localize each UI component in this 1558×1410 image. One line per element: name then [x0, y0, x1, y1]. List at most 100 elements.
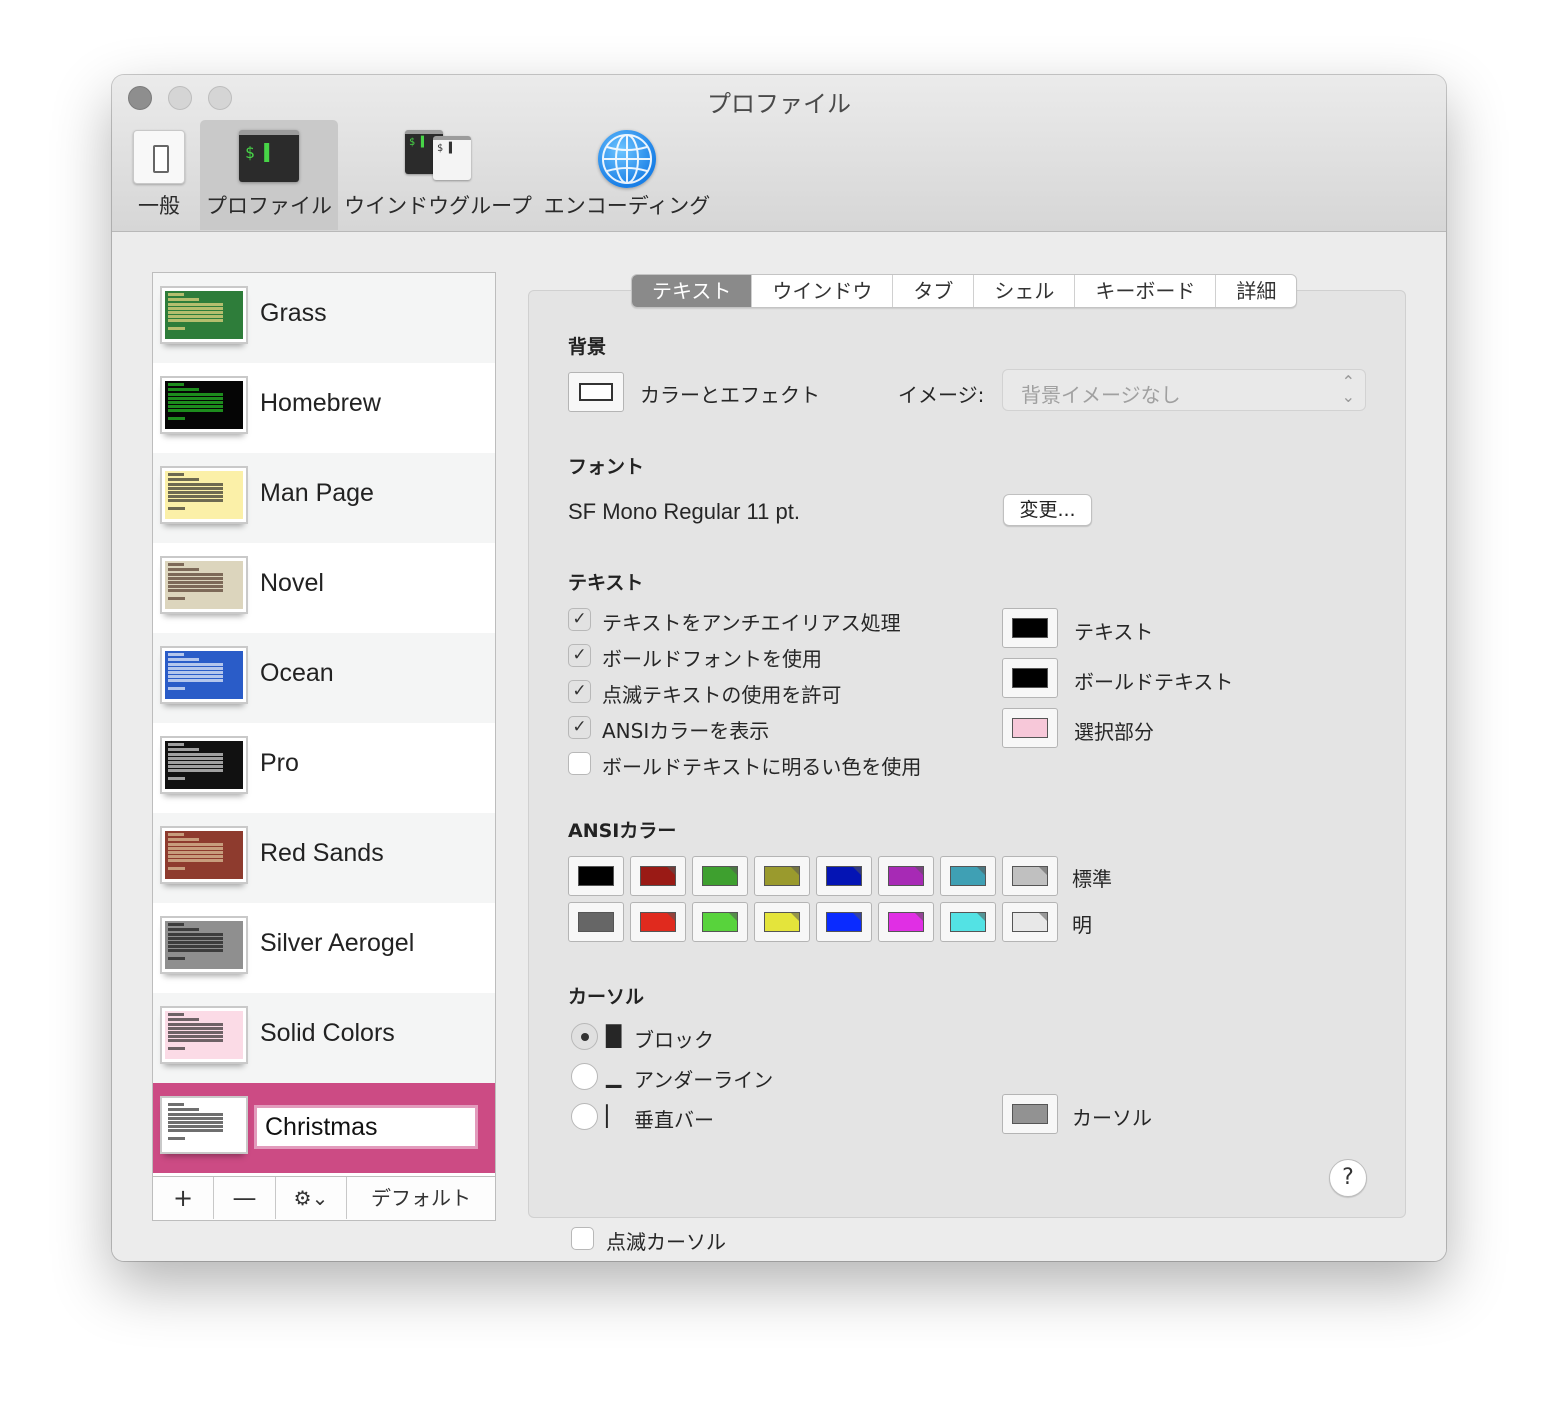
- ansi-normal-color-well[interactable]: [754, 856, 810, 896]
- text-option-checkbox[interactable]: [568, 752, 591, 775]
- change-font-button[interactable]: 変更...: [1003, 494, 1092, 526]
- ansi-bright-color-well[interactable]: [816, 902, 872, 942]
- thumbnail-text-line: [168, 653, 184, 656]
- tab-shell[interactable]: シェル: [974, 275, 1076, 307]
- remove-profile-button[interactable]: —: [214, 1177, 276, 1219]
- toolbar-encodings[interactable]: エンコーディング: [542, 120, 712, 230]
- thumbnail-text-line: [168, 658, 200, 661]
- add-profile-button[interactable]: +: [153, 1177, 214, 1219]
- text-option-label: テキストをアンチエイリアス処理: [602, 611, 901, 635]
- color-corner-mark: [729, 913, 737, 921]
- blink-cursor-label: 点滅カーソル: [606, 1230, 726, 1254]
- color-corner-mark: [667, 913, 675, 921]
- text-color-well[interactable]: [1002, 658, 1058, 698]
- thumbnail-text-line: [168, 487, 223, 490]
- thumbnail-text-line: [168, 855, 223, 858]
- ansi-normal-color-well[interactable]: [940, 856, 996, 896]
- text-color-well[interactable]: [1002, 608, 1058, 648]
- profile-item[interactable]: Homebrew: [153, 363, 495, 453]
- cursor-glyph-icon: ▏: [606, 1104, 622, 1128]
- color-corner-mark: [667, 867, 675, 875]
- profile-name: Silver Aerogel: [260, 929, 415, 957]
- background-image-select[interactable]: 背景イメージなし ⌃ ⌄: [1002, 369, 1366, 411]
- gear-menu-button[interactable]: ⚙⌄: [276, 1177, 347, 1219]
- text-section-title: テキスト: [568, 572, 644, 594]
- thumbnail-text-line: [168, 401, 223, 404]
- background-image-value: 背景イメージなし: [1021, 383, 1181, 407]
- toolbar-label: 一般: [138, 194, 180, 218]
- thumbnail-text-line: [168, 298, 200, 301]
- ansi-section-title: ANSIカラー: [568, 820, 677, 842]
- text-color-label: テキスト: [1074, 620, 1154, 644]
- profile-item[interactable]: Pro: [153, 723, 495, 813]
- ansi-bright-color-well[interactable]: [1002, 902, 1058, 942]
- color-swatch: [1012, 618, 1048, 638]
- profile-item[interactable]: Grass: [153, 273, 495, 363]
- ansi-normal-color-well[interactable]: [692, 856, 748, 896]
- set-default-button[interactable]: デフォルト: [347, 1177, 495, 1219]
- thumbnail-text-line: [168, 859, 223, 862]
- background-color-well[interactable]: [568, 372, 624, 412]
- profile-item[interactable]: Novel: [153, 543, 495, 633]
- thumbnail-text-line: [168, 303, 223, 306]
- tab-tab[interactable]: タブ: [893, 275, 975, 307]
- toolbar-general[interactable]: 一般: [124, 120, 194, 230]
- color-corner-mark: [853, 867, 861, 875]
- profile-thumbnail: [160, 376, 248, 434]
- text-option-checkbox[interactable]: ✓: [568, 608, 591, 631]
- toolbar-window-groups[interactable]: $ ▌ $ ▌ ウインドウグループ: [344, 120, 532, 230]
- ansi-bright-color-well[interactable]: [568, 902, 624, 942]
- blink-cursor-checkbox[interactable]: [571, 1227, 594, 1250]
- profile-item[interactable]: Solid Colors: [153, 993, 495, 1083]
- profile-item[interactable]: Silver Aerogel: [153, 903, 495, 993]
- thumbnail-text-line: [168, 945, 223, 948]
- text-color-well[interactable]: [1002, 708, 1058, 748]
- thumbnail-text-line: [168, 937, 223, 940]
- ansi-normal-color-well[interactable]: [878, 856, 934, 896]
- cursor-style-radio[interactable]: [571, 1103, 598, 1130]
- tab-window[interactable]: ウインドウ: [752, 275, 894, 307]
- ansi-normal-color-well[interactable]: [568, 856, 624, 896]
- profile-item[interactable]: Ocean: [153, 633, 495, 723]
- color-corner-mark: [1039, 913, 1047, 921]
- ansi-bright-color-well[interactable]: [692, 902, 748, 942]
- ansi-normal-color-well[interactable]: [630, 856, 686, 896]
- text-option-checkbox[interactable]: ✓: [568, 716, 591, 739]
- toolbar-profiles[interactable]: $ ▌ プロファイル: [200, 120, 338, 230]
- toolbar-label: ウインドウグループ: [344, 194, 532, 218]
- toolbar-label: プロファイル: [206, 194, 332, 218]
- profile-name-input[interactable]: Christmas: [254, 1105, 478, 1149]
- text-option-checkbox[interactable]: ✓: [568, 644, 591, 667]
- cursor-glyph-icon: █: [606, 1024, 622, 1048]
- cursor-style-radio[interactable]: [571, 1023, 598, 1050]
- thumbnail-text-line: [168, 397, 223, 400]
- ansi-normal-label: 標準: [1072, 867, 1112, 891]
- ansi-bright-color-well[interactable]: [940, 902, 996, 942]
- ansi-normal-color-well[interactable]: [816, 856, 872, 896]
- text-option-checkbox[interactable]: ✓: [568, 680, 591, 703]
- profile-thumbnail-screen: [165, 1101, 243, 1149]
- ansi-bright-color-well[interactable]: [630, 902, 686, 942]
- terminal-prompt: $ ▌: [245, 143, 274, 162]
- cursor-color-well[interactable]: [1002, 1094, 1058, 1134]
- profile-thumbnail-screen: [165, 381, 243, 429]
- ansi-bright-color-well[interactable]: [878, 902, 934, 942]
- cursor-section-title: カーソル: [568, 986, 645, 1008]
- profile-name: Man Page: [260, 479, 374, 507]
- profile-item[interactable]: Red Sands: [153, 813, 495, 903]
- thumbnail-text-line: [168, 589, 223, 592]
- help-button[interactable]: ?: [1329, 1159, 1367, 1197]
- tab-advanced[interactable]: 詳細: [1216, 275, 1296, 307]
- profile-list[interactable]: Grass Homebrew Man Page Novel Ocean Pro Red Sa…: [152, 272, 496, 1177]
- thumbnail-text-line: [168, 568, 200, 571]
- tab-text[interactable]: テキスト: [632, 275, 753, 307]
- profile-item[interactable]: Man Page: [153, 453, 495, 543]
- tab-keyboard[interactable]: キーボード: [1075, 275, 1217, 307]
- thumbnail-text-line: [168, 687, 186, 690]
- profile-item[interactable]: Christmas: [153, 1083, 495, 1173]
- text-color-label: 選択部分: [1074, 720, 1154, 744]
- ansi-normal-color-well[interactable]: [1002, 856, 1058, 896]
- ansi-bright-color-well[interactable]: [754, 902, 810, 942]
- terminal-prompt: $ ▌: [409, 137, 428, 148]
- cursor-style-radio[interactable]: [571, 1063, 598, 1090]
